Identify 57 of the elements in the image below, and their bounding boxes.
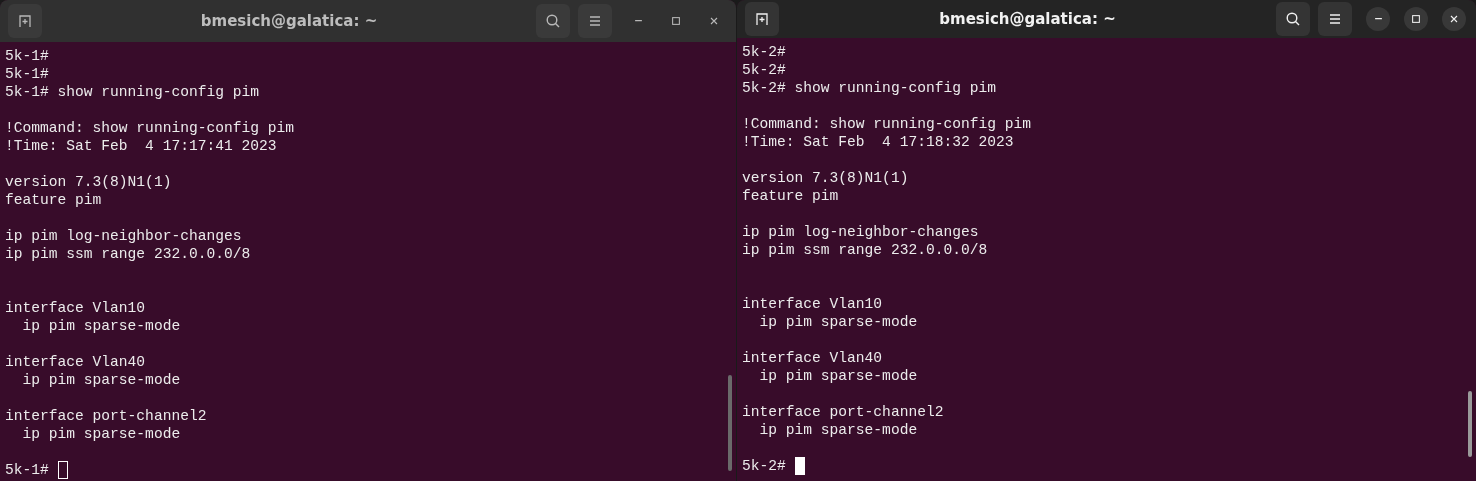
terminal-line: 5k-1# — [5, 65, 49, 83]
new-tab-button[interactable] — [745, 2, 779, 36]
window-title: bmesich@galatica: ~ — [938, 10, 1117, 28]
terminal-line: version 7.3(8)N1(1) — [5, 173, 172, 191]
terminal-line: ip pim sparse-mode — [758, 367, 918, 385]
terminal-line: 5k-1# — [5, 47, 49, 65]
terminal-line: 5k-2# — [742, 61, 786, 79]
terminal-line: interface Vlan40 — [742, 349, 883, 367]
terminal-line: ip pim sparse-mode — [21, 425, 181, 443]
maximize-button[interactable] — [1404, 7, 1428, 31]
terminal-line: !Command: show running-config pim — [742, 115, 1031, 133]
terminal-line: interface Vlan40 — [5, 353, 146, 371]
terminal-line: 5k-1# show running-config pim — [5, 83, 259, 101]
terminal-line: ip pim ssm range 232.0.0.0/8 — [5, 245, 251, 263]
close-icon — [708, 15, 720, 27]
minimize-icon — [1374, 18, 1382, 20]
new-tab-icon — [17, 13, 33, 29]
new-tab-button[interactable] — [8, 4, 42, 38]
terminal-line: interface port-channel2 — [742, 403, 944, 421]
terminal-line: !Command: show running-config pim — [5, 119, 294, 137]
terminal-line: !Time: Sat Feb 4 17:17:41 2023 — [5, 137, 277, 155]
terminal-line: feature pim — [5, 191, 102, 209]
terminal-line: ip pim sparse-mode — [758, 313, 918, 331]
terminal-line: feature pim — [742, 187, 839, 205]
terminal-line: !Time: Sat Feb 4 17:18:32 2023 — [742, 133, 1014, 151]
scrollbar-thumb[interactable] — [1468, 391, 1472, 457]
shell-prompt: 5k-1# — [5, 462, 49, 478]
new-tab-icon — [754, 11, 770, 27]
menu-button[interactable] — [1318, 2, 1352, 36]
menu-icon — [1327, 11, 1343, 27]
window-title: bmesich@galatica: ~ — [199, 12, 379, 30]
close-icon — [1448, 13, 1460, 25]
terminal-line: ip pim sparse-mode — [21, 371, 181, 389]
terminal-line: ip pim sparse-mode — [758, 421, 918, 439]
menu-icon — [587, 13, 603, 29]
terminal-line: 5k-2# — [742, 43, 786, 61]
terminal-line: ip pim ssm range 232.0.0.0/8 — [742, 241, 988, 259]
terminal-line: ip pim sparse-mode — [21, 317, 181, 335]
terminal-line: ip pim log-neighbor-changes — [5, 227, 242, 245]
search-button[interactable] — [1276, 2, 1310, 36]
shell-prompt: 5k-2# — [742, 458, 786, 474]
maximize-icon — [1410, 13, 1422, 25]
terminal-line: interface port-channel2 — [5, 407, 207, 425]
terminal-line: version 7.3(8)N1(1) — [742, 169, 909, 187]
search-icon — [545, 13, 561, 29]
search-icon — [1285, 11, 1301, 27]
menu-button[interactable] — [578, 4, 612, 38]
minimize-icon — [634, 20, 642, 22]
terminal-line: 5k-2# show running-config pim — [742, 79, 996, 97]
search-button[interactable] — [536, 4, 570, 38]
scrollbar-thumb[interactable] — [728, 375, 732, 471]
terminal-line: interface Vlan10 — [742, 295, 883, 313]
minimize-button[interactable] — [1366, 7, 1390, 31]
close-button[interactable] — [1442, 7, 1466, 31]
terminal-line: ip pim log-neighbor-changes — [742, 223, 979, 241]
terminal-line: interface Vlan10 — [5, 299, 146, 317]
maximize-icon — [670, 15, 682, 27]
